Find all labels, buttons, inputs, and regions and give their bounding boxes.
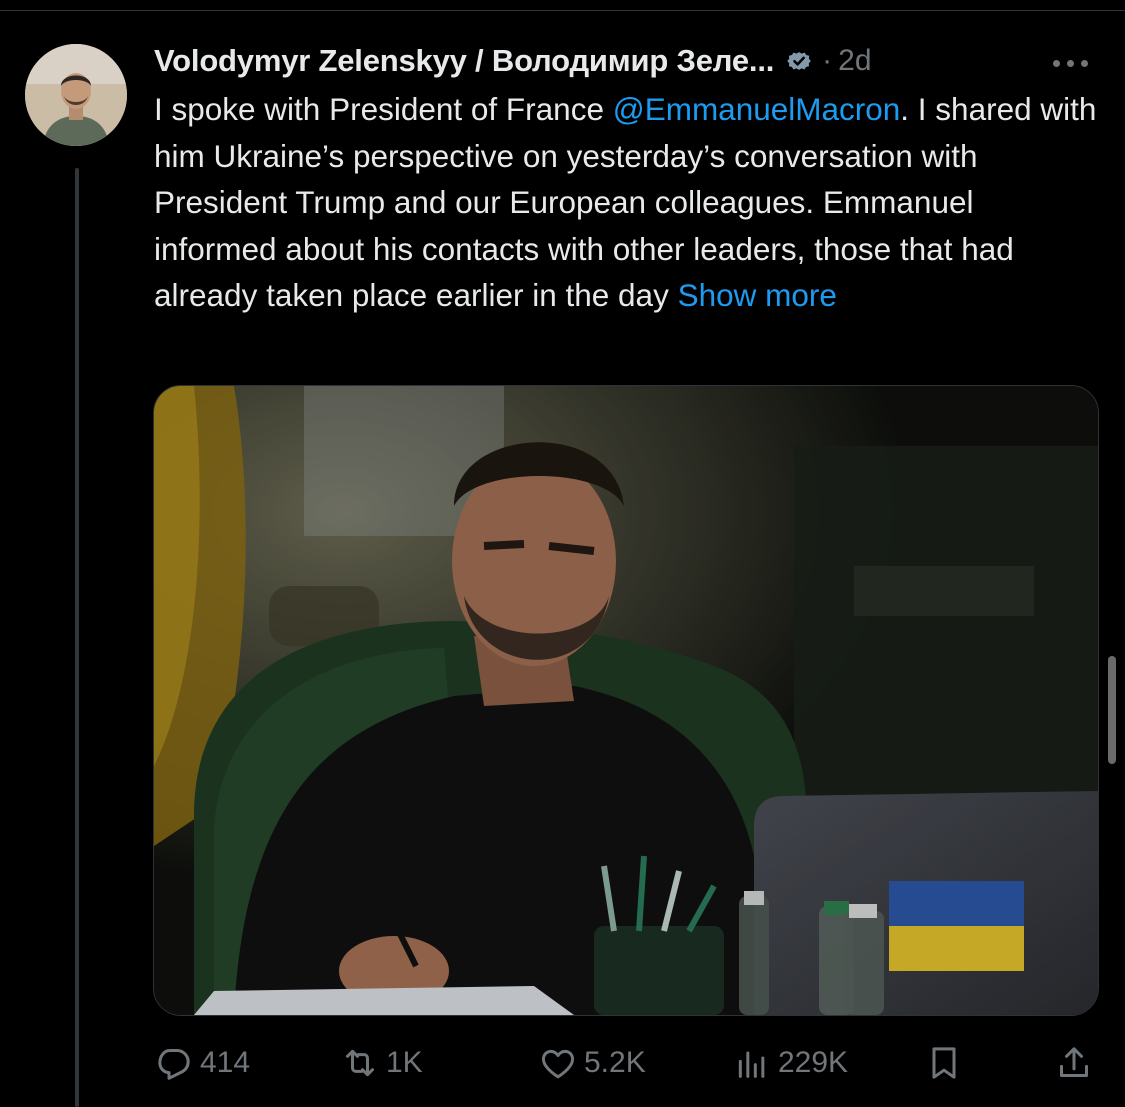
share-icon — [1060, 1047, 1088, 1077]
tweet-photo[interactable] — [153, 385, 1099, 1016]
author-avatar[interactable] — [25, 44, 127, 146]
tweet-timestamp[interactable]: 2d — [838, 44, 871, 78]
views-count: 229K — [778, 1046, 849, 1079]
reply-count: 414 — [200, 1046, 251, 1079]
views-icon — [738, 1051, 765, 1078]
tweet-actions: 414 1K 5.2K 229K — [154, 1036, 1099, 1090]
author-display-name[interactable]: Volodymyr Zelenskyy / Володимир Зеле... — [154, 43, 774, 79]
tweet-text-part1: I spoke with President of France — [154, 91, 613, 127]
repost-count: 1K — [386, 1046, 423, 1079]
scrollbar[interactable] — [1108, 656, 1116, 764]
heart-icon — [541, 1049, 575, 1079]
like-count: 5.2K — [584, 1046, 646, 1079]
repost-icon — [346, 1049, 374, 1077]
views-button[interactable]: 229K — [732, 1036, 848, 1090]
share-button[interactable] — [1054, 1036, 1094, 1090]
bookmark-button[interactable] — [924, 1036, 964, 1090]
reply-icon — [158, 1049, 190, 1080]
separator-dot: · — [822, 44, 833, 77]
tweet-text: I spoke with President of France @Emmanu… — [154, 86, 1099, 319]
repost-button[interactable]: 1K — [340, 1036, 423, 1090]
thread-line — [75, 168, 79, 1107]
top-divider — [0, 10, 1125, 11]
mention-link[interactable]: @EmmanuelMacron — [613, 91, 901, 127]
reply-button[interactable]: 414 — [154, 1036, 250, 1090]
verified-badge-icon — [787, 52, 812, 70]
tweet-header: Volodymyr Zelenskyy / Володимир Зеле... … — [154, 40, 872, 82]
avatar-photo — [25, 44, 127, 146]
show-more-link[interactable]: Show more — [678, 277, 837, 313]
like-button[interactable]: 5.2K — [538, 1036, 646, 1090]
more-options-icon[interactable] — [1046, 48, 1094, 78]
photo-image — [154, 386, 1098, 1015]
bookmark-icon — [932, 1047, 956, 1079]
